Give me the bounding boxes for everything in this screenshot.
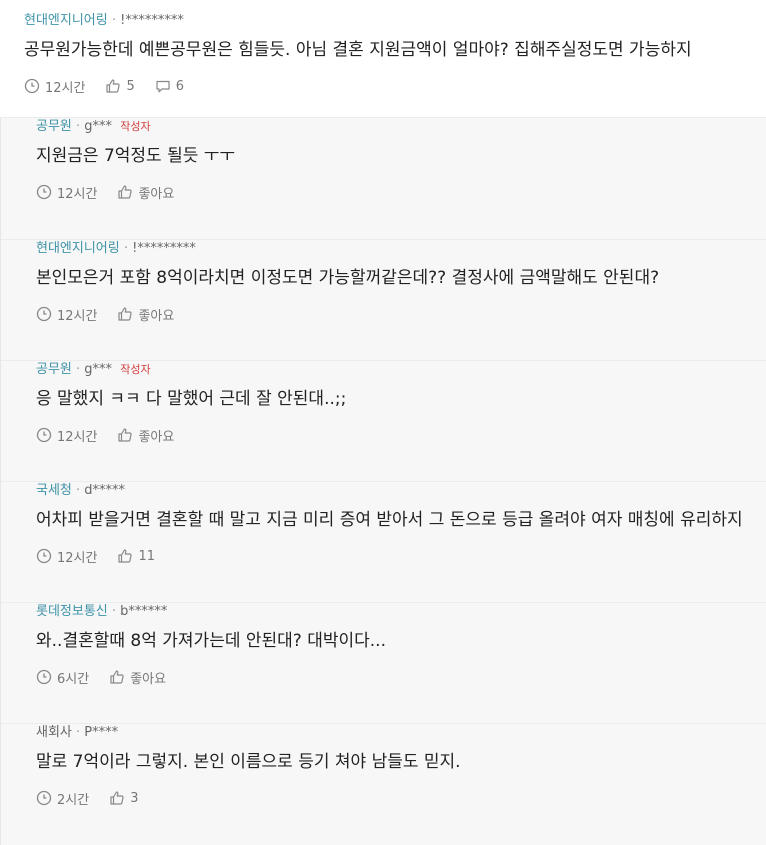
reply-meta: 국세청 · d***** <box>36 482 766 500</box>
reply-meta: 현대엔지니어링 · !********* <box>36 240 766 258</box>
like-count: 5 <box>126 78 135 94</box>
reply-actions: 6시간 좋아요 <box>36 667 766 687</box>
like-label: 좋아요 <box>138 308 175 324</box>
meta-separator: · <box>111 13 121 28</box>
time-stamp: 6시간 <box>36 668 89 687</box>
time-stamp: 12시간 <box>36 183 97 202</box>
comment-actions: 12시간 5 6 <box>24 76 766 96</box>
time-stamp: 12시간 <box>24 77 85 96</box>
reply-text: 말로 7억이라 그렇지. 본인 이름으로 등기 쳐야 남들도 믿지. <box>36 752 461 772</box>
reply-text: 와..결혼할때 8억 가져가는데 안된대? 대박이다... <box>36 631 386 651</box>
company-name[interactable]: 롯데정보통신 <box>36 604 108 619</box>
reply-text: 응 말했지 ㅋㅋ 다 말했어 근데 잘 안된대..;; <box>36 389 347 409</box>
like-button[interactable]: 11 <box>117 548 155 564</box>
company-name[interactable]: 국세청 <box>36 483 72 498</box>
reply-actions: 12시간 좋아요 <box>36 304 766 324</box>
reply-text: 본인모은거 포함 8억이라치면 이정도면 가능할꺼같은데?? 결정사에 금액말해… <box>36 268 660 288</box>
clock-icon <box>36 427 52 443</box>
company-name[interactable]: 현대엔지니어링 <box>36 241 120 256</box>
comment-item: 현대엔지니어링 · !********* 공무원가능한데 예쁜공무원은 힘들듯.… <box>0 0 766 118</box>
like-label: 좋아요 <box>130 671 167 687</box>
user-id: g*** <box>84 362 113 377</box>
time-text: 12시간 <box>57 186 98 202</box>
reply-actions: 12시간 11 <box>36 546 766 566</box>
thumbs-up-icon <box>118 307 133 321</box>
time-stamp: 12시간 <box>36 426 97 445</box>
like-button[interactable]: 좋아요 <box>117 305 174 324</box>
reply-count: 6 <box>175 78 185 94</box>
clock-icon <box>36 790 52 806</box>
comment-meta: 현대엔지니어링 · !********* <box>24 12 766 30</box>
time-stamp: 12시간 <box>36 547 97 566</box>
thumbs-up-icon <box>110 791 124 805</box>
time-stamp: 12시간 <box>36 305 97 324</box>
like-button[interactable]: 3 <box>109 790 138 806</box>
company-name[interactable]: 공무원 <box>36 362 72 377</box>
user-id: !********* <box>132 241 196 256</box>
thumbs-up-icon <box>110 670 124 684</box>
reply-meta: 새회사 · P**** <box>36 724 766 742</box>
reply-item: 현대엔지니어링 · !********* 본인모은거 포함 8억이라치면 이정도… <box>0 240 766 361</box>
like-button[interactable]: 5 <box>105 78 135 94</box>
reply-meta: 공무원 · g*** 작성자 <box>36 118 766 136</box>
like-count: 3 <box>130 790 139 806</box>
thumbs-up-icon <box>118 185 133 199</box>
reply-meta: 롯데정보통신 · b****** <box>36 603 766 621</box>
clock-icon <box>36 306 52 322</box>
author-badge: 작성자 <box>120 120 151 133</box>
clock-icon <box>36 548 52 564</box>
reply-item: 롯데정보통신 · b****** 와..결혼할때 8억 가져가는데 안된대? 대… <box>0 603 766 724</box>
company-name[interactable]: 새회사 <box>36 725 72 740</box>
meta-separator: · <box>111 604 121 619</box>
like-label: 좋아요 <box>138 429 175 445</box>
time-text: 12시간 <box>57 550 98 566</box>
user-id: !********* <box>120 13 184 28</box>
clock-icon <box>36 669 52 685</box>
time-text: 12시간 <box>57 308 98 324</box>
reply-meta: 공무원 · g*** 작성자 <box>36 361 766 379</box>
time-text: 6시간 <box>57 671 90 687</box>
thumbs-up-icon <box>118 549 133 563</box>
reply-text: 지원금은 7억정도 될듯 ㅜㅜ <box>36 146 236 166</box>
reply-actions: 12시간 좋아요 <box>36 182 766 202</box>
like-button[interactable]: 좋아요 <box>109 668 166 687</box>
reply-item: 새회사 · P**** 말로 7억이라 그렇지. 본인 이름으로 등기 쳐야 남… <box>0 724 766 845</box>
time-text: 12시간 <box>57 429 98 445</box>
user-id: g*** <box>84 119 113 134</box>
reply-item: 국세청 · d***** 어차피 받을거면 결혼할 때 말고 지금 미리 증여 … <box>0 482 766 603</box>
meta-separator: · <box>123 241 133 256</box>
reply-item: 공무원 · g*** 작성자 지원금은 7억정도 될듯 ㅜㅜ 12시간 좋아요 <box>0 118 766 240</box>
user-id: b****** <box>120 604 168 619</box>
like-button[interactable]: 좋아요 <box>117 426 174 445</box>
company-name[interactable]: 공무원 <box>36 119 72 134</box>
like-button[interactable]: 좋아요 <box>117 183 174 202</box>
time-stamp: 2시간 <box>36 789 89 808</box>
comment-bubble-icon <box>156 80 170 93</box>
reply-actions: 2시간 3 <box>36 788 766 808</box>
company-name[interactable]: 현대엔지니어링 <box>24 13 108 28</box>
like-count: 11 <box>138 548 156 564</box>
reply-item: 공무원 · g*** 작성자 응 말했지 ㅋㅋ 다 말했어 근데 잘 안된대..… <box>0 361 766 482</box>
time-text: 2시간 <box>57 792 90 808</box>
user-id: P**** <box>84 725 119 740</box>
like-label: 좋아요 <box>138 186 175 202</box>
thumbs-up-icon <box>106 79 121 93</box>
reply-actions: 12시간 좋아요 <box>36 425 766 445</box>
clock-icon <box>36 184 52 200</box>
clock-icon <box>24 78 40 94</box>
reply-button[interactable]: 6 <box>155 78 184 94</box>
user-id: d***** <box>84 483 126 498</box>
thumbs-up-icon <box>118 428 133 442</box>
reply-text: 어차피 받을거면 결혼할 때 말고 지금 미리 증여 받아서 그 돈으로 등급 … <box>36 510 743 530</box>
time-text: 12시간 <box>45 80 86 96</box>
comment-text: 공무원가능한데 예쁜공무원은 힘들듯. 아님 결혼 지원금액이 얼마야? 집해주… <box>24 40 692 60</box>
author-badge: 작성자 <box>120 363 151 376</box>
